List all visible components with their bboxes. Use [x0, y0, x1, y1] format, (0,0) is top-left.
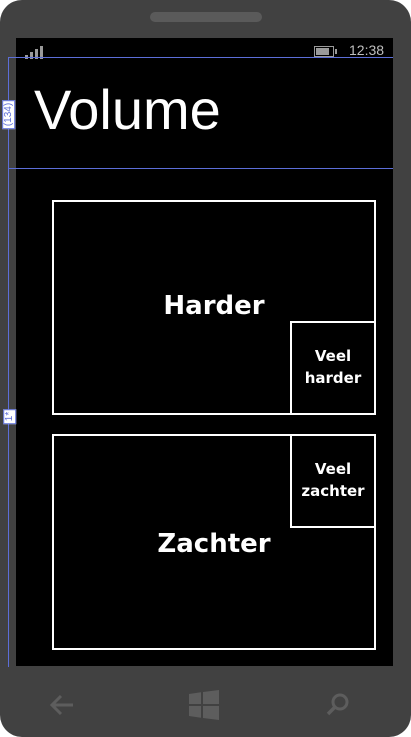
veel-harder-label: Veel harder	[304, 347, 362, 387]
back-button[interactable]	[22, 672, 102, 737]
row-star-label: 1*	[3, 408, 17, 425]
status-time: 12:38	[349, 42, 385, 58]
search-button[interactable]	[298, 672, 378, 737]
battery-level	[316, 48, 329, 55]
search-icon	[326, 693, 349, 715]
status-bar: 12:38	[16, 38, 393, 64]
start-button[interactable]	[164, 672, 244, 737]
phone-frame: 12:38 Volume Harder Veel harder Zachter …	[0, 0, 411, 737]
windows-logo-icon	[189, 689, 219, 720]
designer-guide-header-bottom	[8, 168, 393, 169]
veel-harder-button[interactable]: Veel harder	[290, 321, 376, 415]
battery-icon	[314, 46, 337, 57]
designer-guide-top	[8, 57, 393, 58]
navigation-bar	[0, 672, 411, 737]
designer-guide-left	[8, 57, 9, 667]
row-height-label: (134)	[2, 99, 16, 130]
page-title: Volume	[34, 78, 221, 141]
zachter-label: Zachter	[157, 528, 271, 559]
speaker-grille	[150, 12, 262, 22]
harder-label: Harder	[163, 290, 265, 321]
veel-zachter-label: Veel zachter	[301, 460, 365, 500]
screen: 12:38 Volume Harder Veel harder Zachter …	[16, 38, 393, 666]
back-arrow-icon	[49, 694, 73, 715]
veel-zachter-button[interactable]: Veel zachter	[290, 434, 376, 528]
